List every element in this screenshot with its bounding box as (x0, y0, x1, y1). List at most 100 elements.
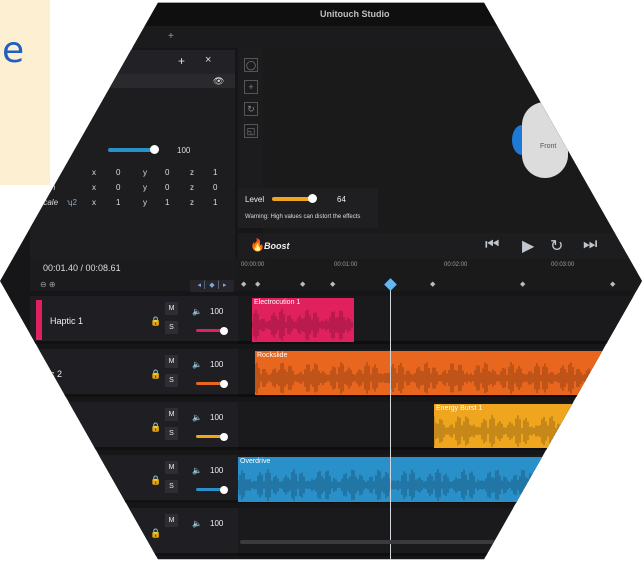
solo-button[interactable]: S (165, 374, 178, 387)
clip-title: Rockslide (257, 352, 288, 359)
lock-icon[interactable]: 🔒 (150, 528, 161, 539)
ruler-marker[interactable]: ◆ (241, 280, 246, 288)
ruler-marker[interactable]: ◆ (430, 280, 435, 288)
link-icon[interactable]: ʮ2 (67, 198, 77, 207)
title-bar: Unitouch Studio (0, 2, 642, 26)
lock-icon[interactable]: 🔒 (150, 369, 161, 380)
track-volume-knob[interactable] (220, 486, 228, 494)
ruler-marker[interactable]: ◆ (300, 280, 305, 288)
z-value[interactable]: 1 (213, 198, 217, 207)
track-header[interactable] (30, 455, 238, 503)
level-panel (238, 188, 378, 228)
lock-icon[interactable]: 🔒 (150, 316, 161, 327)
master-slider[interactable] (108, 148, 153, 152)
waveform-path (238, 469, 641, 501)
track-name[interactable]: c 2 (50, 369, 62, 379)
eye-icon[interactable]: 👁 (213, 76, 224, 87)
y-value[interactable]: 1 (165, 198, 169, 207)
level-label: Level (245, 195, 265, 204)
boost-bar (238, 233, 642, 259)
waveform (434, 415, 641, 447)
audio-clip[interactable]: Rockslide (255, 351, 642, 395)
selected-list-row[interactable] (30, 74, 235, 88)
y-axis-label: y (143, 183, 147, 192)
app-window-hexagon: Unitouch Studio + + × 👁 100 Front Level … (0, 2, 642, 560)
lock-icon[interactable]: 🔒 (150, 422, 161, 433)
x-value[interactable]: 0 (116, 183, 120, 192)
clip-title: Overdrive (240, 458, 271, 465)
z-axis-label: z (190, 198, 194, 207)
ruler-marker[interactable]: ◆ (330, 280, 335, 288)
close-button[interactable]: × (205, 54, 211, 66)
skip-forward-icon[interactable]: ⏭ (583, 236, 597, 254)
tool-button[interactable]: ◱ (244, 124, 258, 138)
fire-icon[interactable]: 🔥 (250, 238, 265, 252)
playhead-line[interactable] (390, 279, 391, 560)
track-volume-knob[interactable] (220, 433, 228, 441)
tool-button[interactable]: ↻ (244, 102, 258, 116)
y-value[interactable]: 0 (165, 183, 169, 192)
horizontal-scrollbar[interactable] (240, 540, 500, 544)
add-tab-button[interactable]: + (168, 31, 174, 42)
z-axis-label: z (190, 168, 194, 177)
skip-back-icon[interactable]: ⏮ (485, 236, 499, 254)
mute-button[interactable]: M (165, 355, 178, 368)
boost-label[interactable]: Boost (264, 241, 290, 251)
device-model[interactable] (522, 102, 568, 178)
waveform-path (252, 309, 353, 341)
z-value[interactable]: 0 (213, 183, 217, 192)
level-slider[interactable] (272, 197, 312, 201)
track-header[interactable] (30, 402, 238, 450)
ruler-marker[interactable]: ◆ (610, 280, 615, 288)
volume-icon: 🔈 (192, 413, 202, 422)
volume-icon: 🔈 (192, 466, 202, 475)
clip-title: Electrocution 1 (254, 299, 301, 306)
loop-icon[interactable]: ↻ (550, 236, 563, 256)
audio-clip[interactable]: Energy Burst 1 (434, 404, 642, 448)
time-ruler[interactable] (238, 259, 642, 291)
audio-clip[interactable]: Electrocution 1 (252, 298, 354, 342)
level-warning: Warning: High values can distort the eff… (245, 214, 361, 220)
ruler-tick-label: 00:00:00 (241, 262, 265, 268)
track-volume-knob[interactable] (220, 380, 228, 388)
x-value[interactable]: 0 (116, 168, 120, 177)
volume-value: 100 (210, 466, 224, 475)
tool-button[interactable]: + (244, 80, 258, 94)
timeline-navigator[interactable]: ◂ │ ◆ │ ▸ (190, 280, 234, 292)
x-value[interactable]: 1 (116, 198, 120, 207)
ruler-marker[interactable]: ◆ (520, 280, 525, 288)
audio-clip[interactable]: Overdrive (238, 457, 642, 502)
x-axis-label: x (92, 168, 96, 177)
waveform (238, 469, 641, 501)
add-button[interactable]: + (178, 54, 185, 68)
tool-button[interactable]: ◯ (244, 58, 258, 72)
play-icon[interactable]: ▶ (522, 236, 534, 256)
y-value[interactable]: 0 (165, 168, 169, 177)
track-name[interactable]: Haptic 1 (50, 316, 83, 326)
solo-button[interactable]: S (165, 427, 178, 440)
level-slider-knob[interactable] (308, 194, 317, 203)
background-card: e (0, 0, 50, 185)
track-header[interactable] (30, 508, 238, 556)
mute-button[interactable]: M (165, 514, 178, 527)
ruler-tick-label: 00:01:00 (334, 262, 358, 268)
volume-value: 100 (210, 307, 224, 316)
mute-button[interactable]: M (165, 302, 178, 315)
ruler-marker[interactable]: ◆ (255, 280, 260, 288)
mute-button[interactable]: M (165, 461, 178, 474)
lock-icon[interactable]: 🔒 (150, 475, 161, 486)
track-volume-knob[interactable] (220, 327, 228, 335)
zoom-icons[interactable]: ⊖ ⊕ (40, 280, 56, 289)
solo-button[interactable]: S (165, 321, 178, 334)
mute-button[interactable]: M (165, 408, 178, 421)
volume-icon: 🔈 (192, 360, 202, 369)
ruler-tick-label: 00:02:00 (444, 262, 468, 268)
waveform-path (255, 362, 642, 394)
front-label: Front (540, 143, 557, 150)
master-slider-knob[interactable] (150, 145, 159, 154)
z-value[interactable]: 1 (213, 168, 217, 177)
solo-button[interactable]: S (165, 480, 178, 493)
y-axis-label: y (143, 168, 147, 177)
track-lane[interactable] (238, 508, 642, 556)
x-axis-label: x (92, 183, 96, 192)
